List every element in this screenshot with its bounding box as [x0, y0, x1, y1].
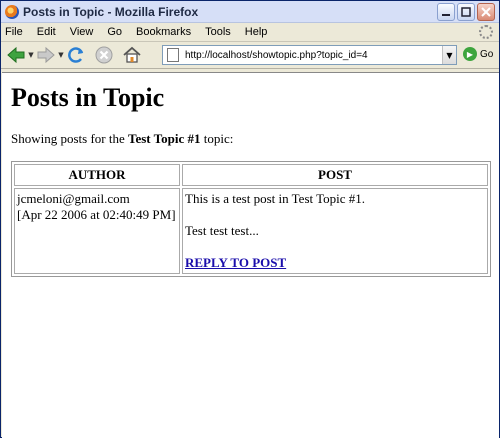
back-arrow-icon — [7, 46, 25, 64]
minimize-button[interactable] — [437, 3, 455, 21]
page-title: Posts in Topic — [11, 83, 165, 112]
forward-button[interactable] — [35, 44, 57, 66]
topic-name: Test Topic #1 — [128, 131, 201, 146]
page-content: Posts in Topic Showing posts for the Tes… — [2, 72, 499, 438]
author-cell: jcmeloni@gmail.com [Apr 22 2006 at 02:40… — [14, 188, 180, 274]
reload-icon — [68, 47, 84, 63]
reply-to-post-link[interactable]: REPLY TO POST — [185, 255, 485, 271]
go-arrow-icon: ▶ — [463, 47, 477, 61]
maximize-icon — [461, 7, 471, 17]
title-bar: Posts in Topic - Mozilla Firefox — [1, 1, 499, 23]
stop-button[interactable] — [93, 44, 115, 66]
table-row: jcmeloni@gmail.com [Apr 22 2006 at 02:40… — [14, 188, 488, 274]
back-button[interactable] — [5, 44, 27, 66]
table-header-row: AUTHOR POST — [14, 164, 488, 186]
maximize-button[interactable] — [457, 3, 475, 21]
header-post: POST — [182, 164, 488, 186]
minimize-icon — [442, 14, 450, 16]
posts-table: AUTHOR POST jcmeloni@gmail.com [Apr 22 2… — [11, 161, 491, 277]
menu-go[interactable]: Go — [107, 26, 122, 38]
menu-edit[interactable]: Edit — [37, 26, 56, 38]
navigation-toolbar: ▼ ▼ http://localhost/showtopic.php?topic… — [1, 42, 499, 69]
home-icon — [123, 46, 141, 63]
intro-text: Showing posts for the Test Topic #1 topi… — [11, 131, 490, 147]
go-label: Go — [480, 48, 494, 60]
post-date: [Apr 22 2006 at 02:40:49 PM] — [17, 207, 176, 222]
menu-bookmarks[interactable]: Bookmarks — [136, 26, 191, 38]
url-history-dropdown[interactable]: ▼ — [442, 46, 456, 64]
firefox-icon — [5, 4, 19, 19]
header-author: AUTHOR — [14, 164, 180, 186]
menu-tools[interactable]: Tools — [205, 26, 231, 38]
close-button[interactable] — [477, 3, 495, 21]
back-history-dropdown[interactable]: ▼ — [27, 51, 35, 59]
forward-history-dropdown[interactable]: ▼ — [57, 51, 65, 59]
menu-file[interactable]: File — [5, 26, 23, 38]
browser-window: Posts in Topic - Mozilla Firefox File Ed… — [0, 0, 500, 438]
throbber-icon — [479, 25, 493, 39]
menu-bar: File Edit View Go Bookmarks Tools Help — [1, 23, 499, 42]
post-spacer — [185, 207, 485, 223]
intro-prefix: Showing posts for the — [11, 131, 128, 146]
post-text-line-1: This is a test post in Test Topic #1. — [185, 191, 366, 206]
close-icon — [481, 7, 491, 17]
address-bar[interactable]: http://localhost/showtopic.php?topic_id=… — [162, 45, 457, 65]
stop-icon — [95, 46, 113, 64]
post-cell: This is a test post in Test Topic #1. Te… — [182, 188, 488, 274]
window-title: Posts in Topic - Mozilla Firefox — [23, 4, 199, 19]
home-button[interactable] — [121, 44, 143, 66]
go-button[interactable]: ▶ Go — [463, 47, 493, 61]
reload-button[interactable] — [65, 44, 87, 66]
post-spacer-2 — [185, 239, 485, 255]
post-text-line-2: Test test test... — [185, 223, 259, 238]
intro-suffix: topic: — [200, 131, 234, 146]
forward-arrow-icon — [37, 46, 55, 64]
menu-view[interactable]: View — [70, 26, 94, 38]
menu-help[interactable]: Help — [245, 26, 268, 38]
page-icon — [167, 48, 179, 62]
author-email: jcmeloni@gmail.com — [17, 191, 130, 206]
url-text[interactable]: http://localhost/showtopic.php?topic_id=… — [185, 50, 442, 61]
window-controls — [437, 3, 495, 21]
